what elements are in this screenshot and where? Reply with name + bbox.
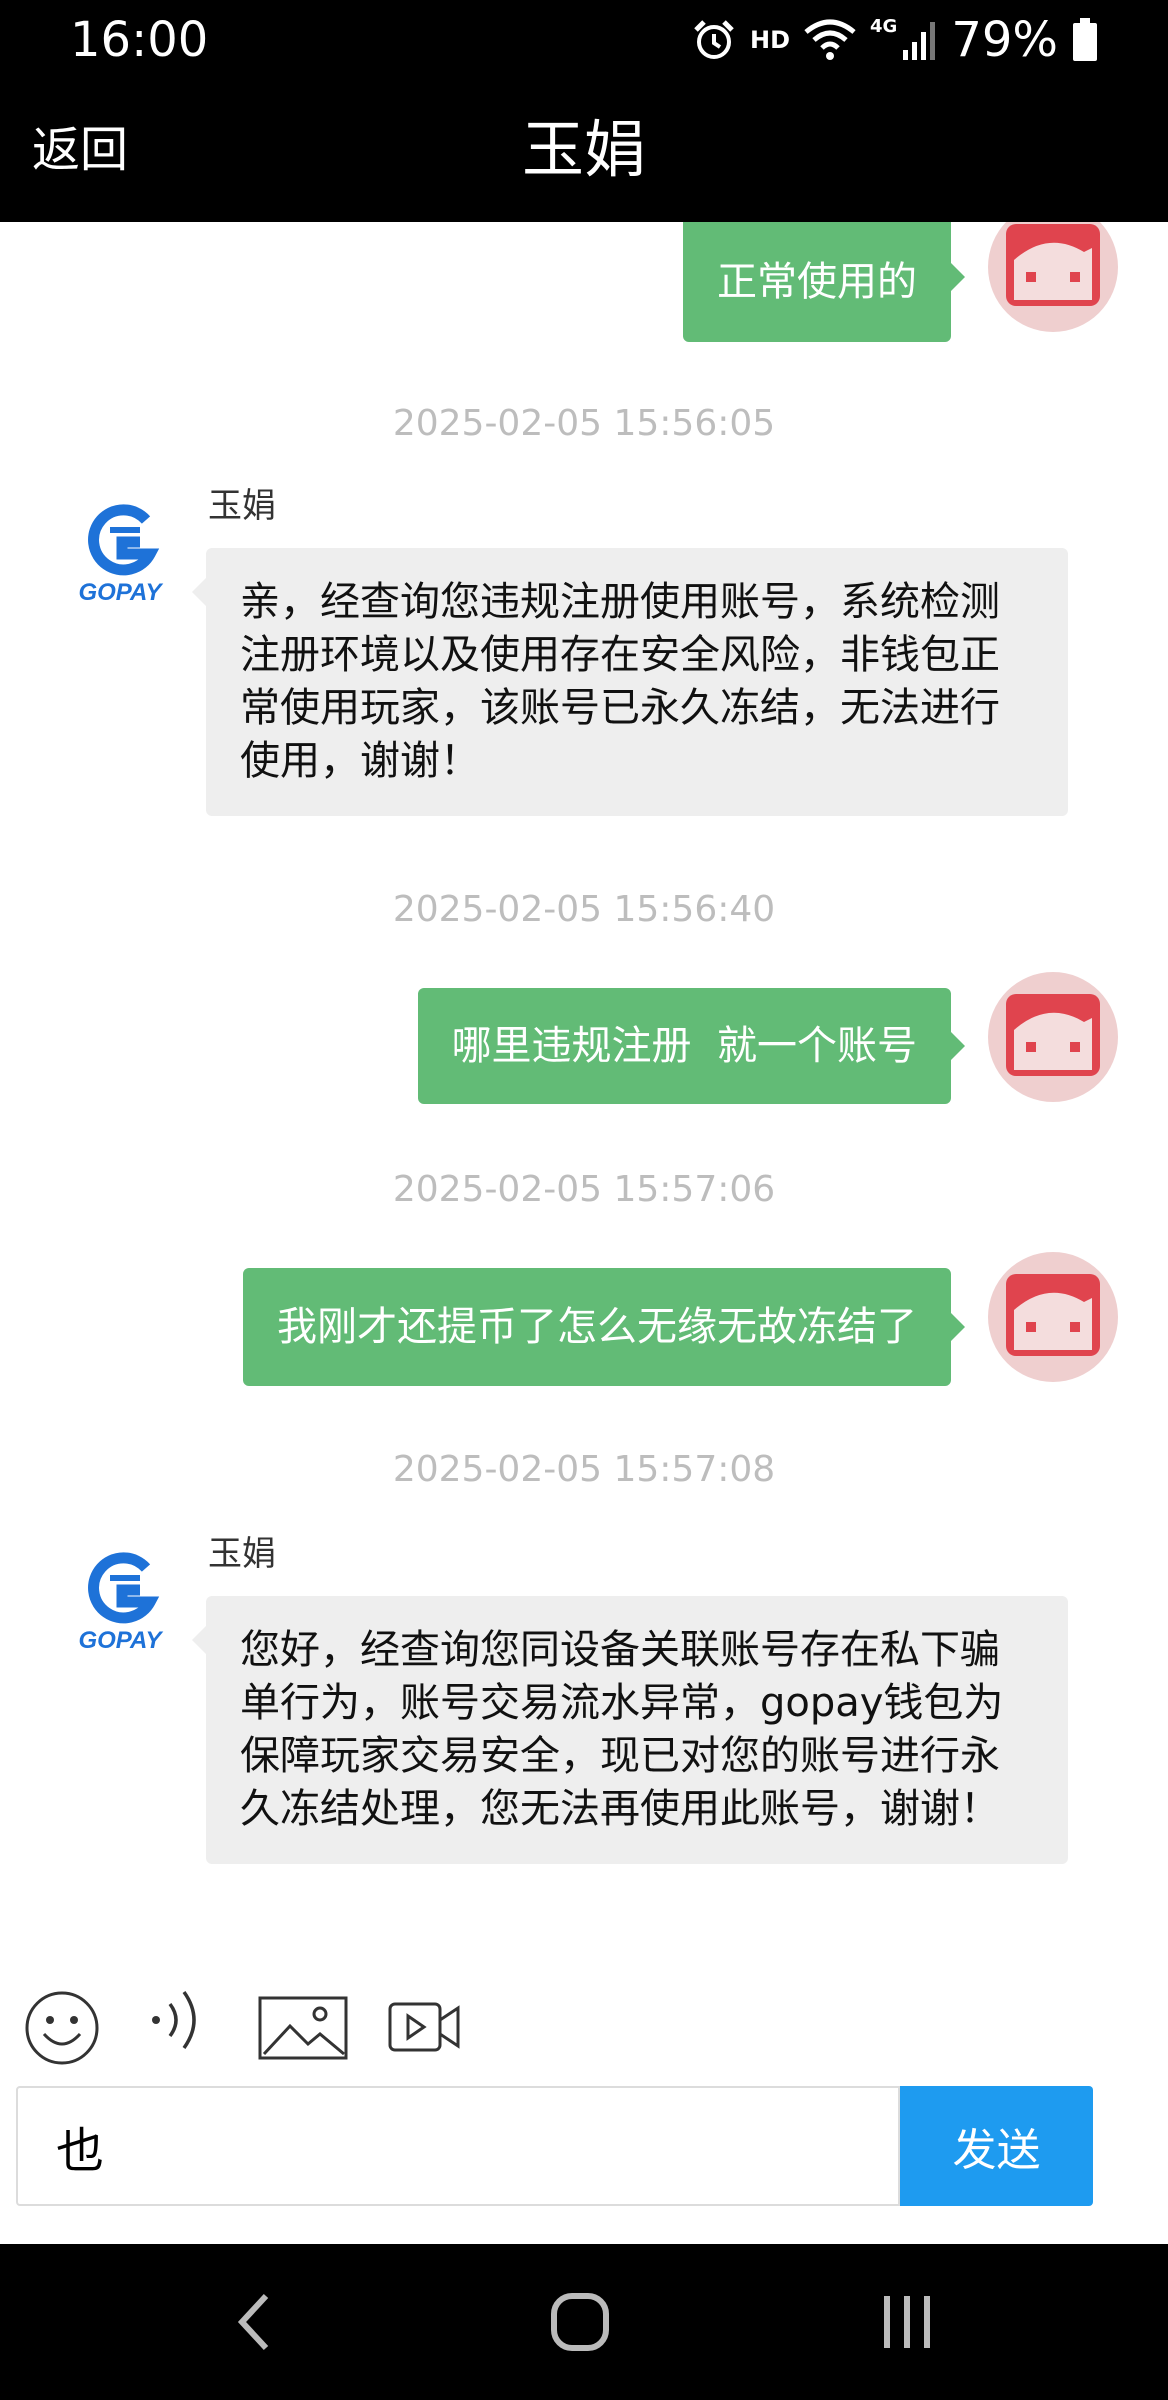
status-bar: 16:00 HD 4G 79%: [0, 0, 1168, 80]
video-icon[interactable]: [388, 1998, 460, 2056]
hd-badge: HD: [749, 26, 790, 54]
system-nav-bar: [0, 2244, 1168, 2400]
send-button[interactable]: 发送: [900, 2086, 1093, 2206]
sender-name: 玉娟: [208, 1534, 276, 1574]
message-text: 亲，经查询您违规注册使用账号，系统检测注册环境以及使用存在安全风险，非钱包正常使…: [240, 579, 1000, 784]
chat-messages[interactable]: 正常使用的 2025-02-05 15:56:05 GOPAY 玉娟 亲，经查询…: [0, 222, 1168, 1962]
message-composer: 发送: [0, 2072, 1168, 2244]
gopay-logo-icon: GOPAY: [78, 1552, 164, 1654]
chat-toolbar: [0, 1962, 1168, 2072]
message-input[interactable]: [16, 2086, 900, 2206]
message-timestamp: 2025-02-05 15:56:05: [392, 403, 776, 444]
signal-icon: [903, 22, 936, 60]
battery-icon: [1073, 18, 1097, 61]
recents-nav-icon[interactable]: [880, 2292, 934, 2352]
incoming-message[interactable]: 您好，经查询您同设备关联账号存在私下骗单行为，账号交易流水异常，gopay钱包为…: [192, 1596, 1068, 1864]
user-avatar-icon: [1006, 1274, 1100, 1356]
outgoing-message[interactable]: 我刚才还提币了怎么无缘无故冻结了: [243, 1268, 965, 1386]
battery-percent: 79%: [951, 12, 1058, 68]
chat-header: 返回 玉娟: [0, 80, 1168, 222]
message-text: 我刚才还提币了怎么无缘无故冻结了: [277, 1304, 917, 1350]
alarm-icon: [694, 20, 734, 59]
voice-icon[interactable]: [148, 1984, 208, 2054]
message-timestamp: 2025-02-05 15:56:40: [392, 889, 776, 930]
chat-title: 玉娟: [521, 113, 646, 186]
home-nav-icon[interactable]: [550, 2292, 610, 2352]
back-nav-icon[interactable]: [234, 2292, 274, 2352]
message-text: 哪里违规注册 就一个账号: [451, 1023, 917, 1069]
user-avatar-icon: [1006, 994, 1100, 1076]
user-avatar-icon: [1006, 224, 1100, 306]
user-avatar[interactable]: [988, 972, 1118, 1102]
wifi-icon: [804, 19, 856, 60]
network-type: 4G: [870, 15, 898, 37]
agent-avatar[interactable]: GOPAY: [70, 1538, 170, 1658]
sender-name: 玉娟: [208, 486, 276, 526]
agent-avatar[interactable]: GOPAY: [70, 490, 170, 610]
outgoing-message[interactable]: 哪里违规注册 就一个账号: [417, 988, 966, 1104]
message-timestamp: 2025-02-05 15:57:06: [392, 1169, 776, 1210]
user-avatar[interactable]: [988, 1252, 1118, 1382]
status-icons: HD 4G 79%: [692, 10, 1098, 70]
message-text: 您好，经查询您同设备关联账号存在私下骗单行为，账号交易流水异常，gopay钱包为…: [240, 1627, 1004, 1832]
message-timestamp: 2025-02-05 15:57:08: [392, 1449, 776, 1490]
status-time: 16:00: [70, 12, 209, 68]
emoji-icon[interactable]: [22, 1988, 102, 2068]
outgoing-message[interactable]: 正常使用的: [683, 222, 965, 342]
gopay-logo-icon: GOPAY: [78, 504, 164, 606]
image-icon[interactable]: [258, 1996, 348, 2060]
gopay-logo-text: GOPAY: [78, 579, 163, 606]
user-avatar[interactable]: [988, 222, 1118, 332]
gopay-logo-text: GOPAY: [78, 1627, 163, 1654]
message-text: 正常使用的: [717, 259, 917, 305]
incoming-message[interactable]: 亲，经查询您违规注册使用账号，系统检测注册环境以及使用存在安全风险，非钱包正常使…: [192, 548, 1068, 816]
